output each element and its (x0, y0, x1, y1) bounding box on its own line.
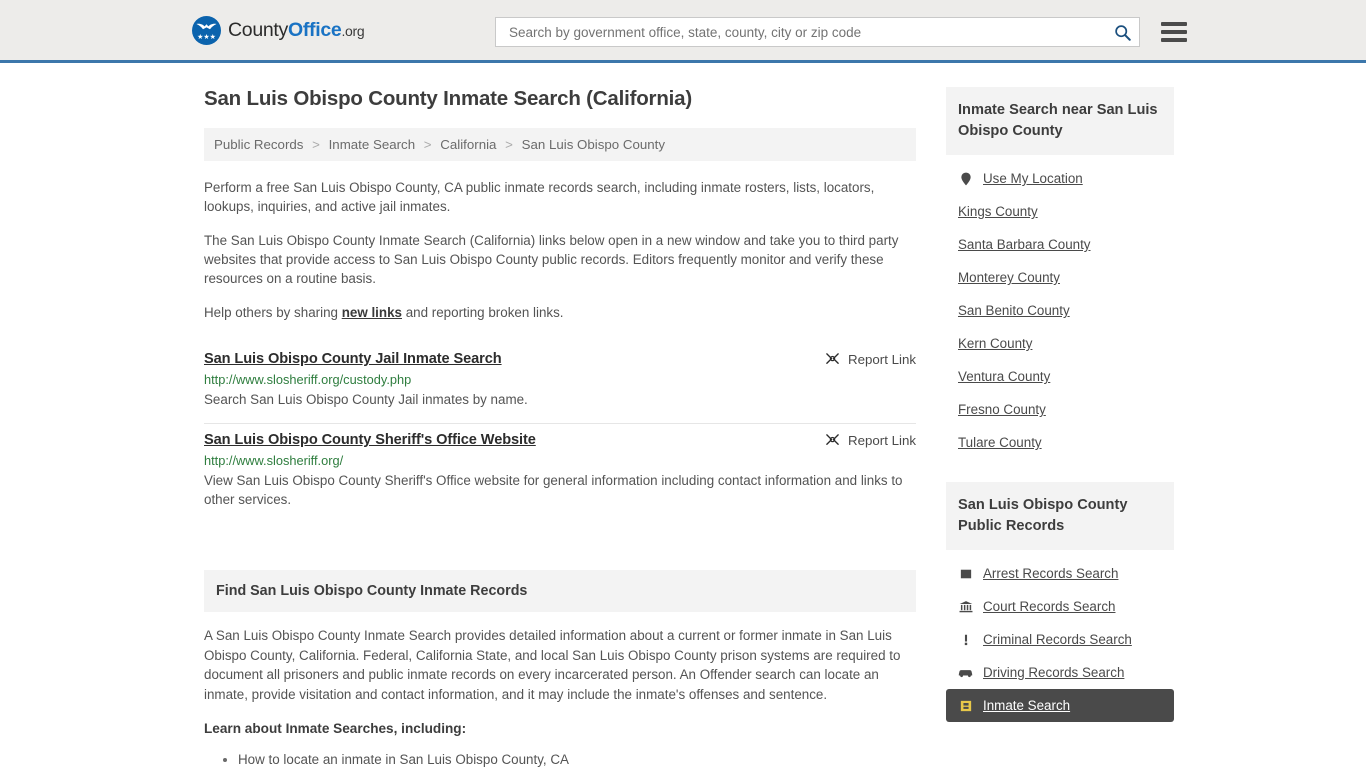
report-link-label: Report Link (848, 352, 916, 367)
breadcrumb-item-san-luis-obispo-county[interactable]: San Luis Obispo County (522, 137, 665, 152)
sidebar-item-kern-county[interactable]: Kern County (946, 327, 1174, 360)
share-text-after: and reporting broken links. (401, 305, 564, 320)
sidebar-item-label: Inmate Search (983, 698, 1071, 713)
sidebar-item-inmate-search[interactable]: Inmate Search (946, 689, 1174, 722)
result-item: San Luis Obispo County Jail Inmate Searc… (204, 343, 916, 424)
sidebar-item-label: Ventura County (958, 369, 1051, 384)
sidebar-item-ventura-county[interactable]: Ventura County (946, 360, 1174, 393)
square-icon (958, 566, 973, 581)
report-link-button[interactable]: Report Link (825, 351, 916, 367)
courthouse-icon (958, 599, 973, 614)
sidebar-item-label: Court Records Search (983, 599, 1116, 614)
report-link-button[interactable]: Report Link (825, 432, 916, 448)
exclamation-icon (958, 632, 973, 647)
breadcrumb-separator: > (312, 137, 320, 152)
site-logo[interactable]: ★★★ CountyOffice.org (192, 15, 365, 45)
share-text-before: Help others by sharing (204, 305, 342, 320)
sidebar-item-label: Tulare County (958, 435, 1042, 450)
logo-stars-icon: ★★★ (197, 33, 216, 41)
hamburger-bar (1161, 38, 1187, 42)
result-description: View San Luis Obispo County Sheriff's Of… (204, 473, 903, 507)
result-header: San Luis Obispo County Sheriff's Office … (204, 432, 916, 448)
intro-paragraph-3: Help others by sharing new links and rep… (204, 303, 916, 322)
list-item: How to locate an inmate in San Luis Obis… (238, 750, 916, 768)
logo-org-text: .org (341, 22, 365, 39)
new-links-link[interactable]: new links (342, 305, 402, 320)
result-title-link[interactable]: San Luis Obispo County Sheriff's Office … (204, 432, 536, 448)
sidebar: Inmate Search near San Luis Obispo Count… (946, 63, 1174, 768)
breadcrumb-item-public-records[interactable]: Public Records (214, 137, 303, 152)
inmate-search-near-panel: Inmate Search near San Luis Obispo Count… (946, 87, 1174, 459)
sidebar-item-label: San Benito County (958, 303, 1070, 318)
sidebar-item-label: Use My Location (983, 171, 1083, 186)
result-url: http://www.slosheriff.org/ (204, 453, 344, 468)
sidebar-item-driving-records-search[interactable]: Driving Records Search (946, 656, 1174, 689)
logo-office-text: Office (288, 18, 342, 41)
breadcrumb-separator: > (505, 137, 513, 152)
page-title: San Luis Obispo County Inmate Search (Ca… (204, 87, 692, 110)
breadcrumb-separator: > (423, 137, 432, 152)
search-input[interactable] (507, 23, 1114, 41)
sidebar-item-label: Driving Records Search (983, 665, 1125, 680)
search-box[interactable] (495, 17, 1140, 47)
eagle-wing-icon (196, 23, 217, 29)
sidebar-item-label: Monterey County (958, 270, 1060, 285)
sidebar-item-label: Criminal Records Search (983, 632, 1132, 647)
find-records-paragraph: A San Luis Obispo County Inmate Search p… (204, 628, 901, 702)
id-card-icon (958, 698, 973, 713)
sidebar-item-kings-county[interactable]: Kings County (946, 195, 1174, 228)
search-icon[interactable] (1114, 24, 1131, 41)
sidebar-item-label: Kern County (958, 336, 1033, 351)
sidebar-item-label: Santa Barbara County (958, 237, 1091, 252)
sidebar-item-monterey-county[interactable]: Monterey County (946, 261, 1174, 294)
hamburger-bar (1161, 22, 1187, 26)
report-link-label: Report Link (848, 433, 916, 448)
sidebar-item-san-benito-county[interactable]: San Benito County (946, 294, 1174, 327)
result-url: http://www.slosheriff.org/custody.php (204, 372, 412, 387)
sidebar-item-santa-barbara-county[interactable]: Santa Barbara County (946, 228, 1174, 261)
sidebar-item-criminal-records-search[interactable]: Criminal Records Search (946, 623, 1174, 656)
hamburger-menu-icon[interactable] (1161, 22, 1187, 42)
sidebar-item-label: Kings County (958, 204, 1038, 219)
intro-paragraph-2: The San Luis Obispo County Inmate Search… (204, 233, 899, 286)
sidebar-item-label: Fresno County (958, 402, 1046, 417)
records-panel-title: San Luis Obispo County Public Records (946, 482, 1174, 550)
records-panel-list: Arrest Records Search Court Records Sear… (946, 550, 1174, 722)
find-records-heading: Find San Luis Obispo County Inmate Recor… (204, 570, 916, 612)
public-records-panel: San Luis Obispo County Public Records Ar… (946, 482, 1174, 722)
sidebar-item-court-records-search[interactable]: Court Records Search (946, 590, 1174, 623)
find-records-body: A San Luis Obispo County Inmate Search p… (204, 612, 916, 768)
sidebar-item-tulare-county[interactable]: Tulare County (946, 426, 1174, 459)
sidebar-item-fresno-county[interactable]: Fresno County (946, 393, 1174, 426)
breadcrumb: Public Records > Inmate Search > Califor… (204, 128, 916, 161)
hamburger-bar (1161, 30, 1187, 34)
intro-text: Perform a free San Luis Obispo County, C… (204, 178, 916, 322)
main-content: San Luis Obispo County Inmate Search (Ca… (204, 63, 916, 768)
site-header: ★★★ CountyOffice.org (0, 0, 1366, 63)
learn-about-heading: Learn about Inmate Searches, including: (204, 721, 467, 736)
sidebar-item-label: Arrest Records Search (983, 566, 1119, 581)
result-item: San Luis Obispo County Sheriff's Office … (204, 424, 916, 523)
logo-wordmark: CountyOffice.org (228, 18, 365, 42)
car-icon (958, 665, 973, 680)
result-header: San Luis Obispo County Jail Inmate Searc… (204, 351, 916, 367)
result-list: San Luis Obispo County Jail Inmate Searc… (204, 343, 916, 523)
sidebar-item-arrest-records-search[interactable]: Arrest Records Search (946, 557, 1174, 590)
logo-county-text: County (228, 18, 288, 41)
learn-about-list: How to locate an inmate in San Luis Obis… (204, 750, 916, 768)
near-panel-title: Inmate Search near San Luis Obispo Count… (946, 87, 1174, 155)
result-title-link[interactable]: San Luis Obispo County Jail Inmate Searc… (204, 351, 502, 367)
breadcrumb-item-inmate-search[interactable]: Inmate Search (329, 137, 415, 152)
result-description: Search San Luis Obispo County Jail inmat… (204, 392, 528, 407)
map-pin-icon (958, 171, 973, 186)
sidebar-item-use-my-location[interactable]: Use My Location (946, 162, 1174, 195)
intro-paragraph-1: Perform a free San Luis Obispo County, C… (204, 180, 875, 214)
header-search-area (495, 17, 1187, 47)
near-panel-list: Use My Location Kings County Santa Barba… (946, 155, 1174, 459)
broken-link-icon (826, 353, 839, 364)
broken-link-icon (826, 434, 839, 445)
eagle-shield-logo-icon: ★★★ (192, 15, 221, 45)
page-body: San Luis Obispo County Inmate Search (Ca… (0, 63, 1366, 768)
breadcrumb-item-california[interactable]: California (440, 137, 496, 152)
